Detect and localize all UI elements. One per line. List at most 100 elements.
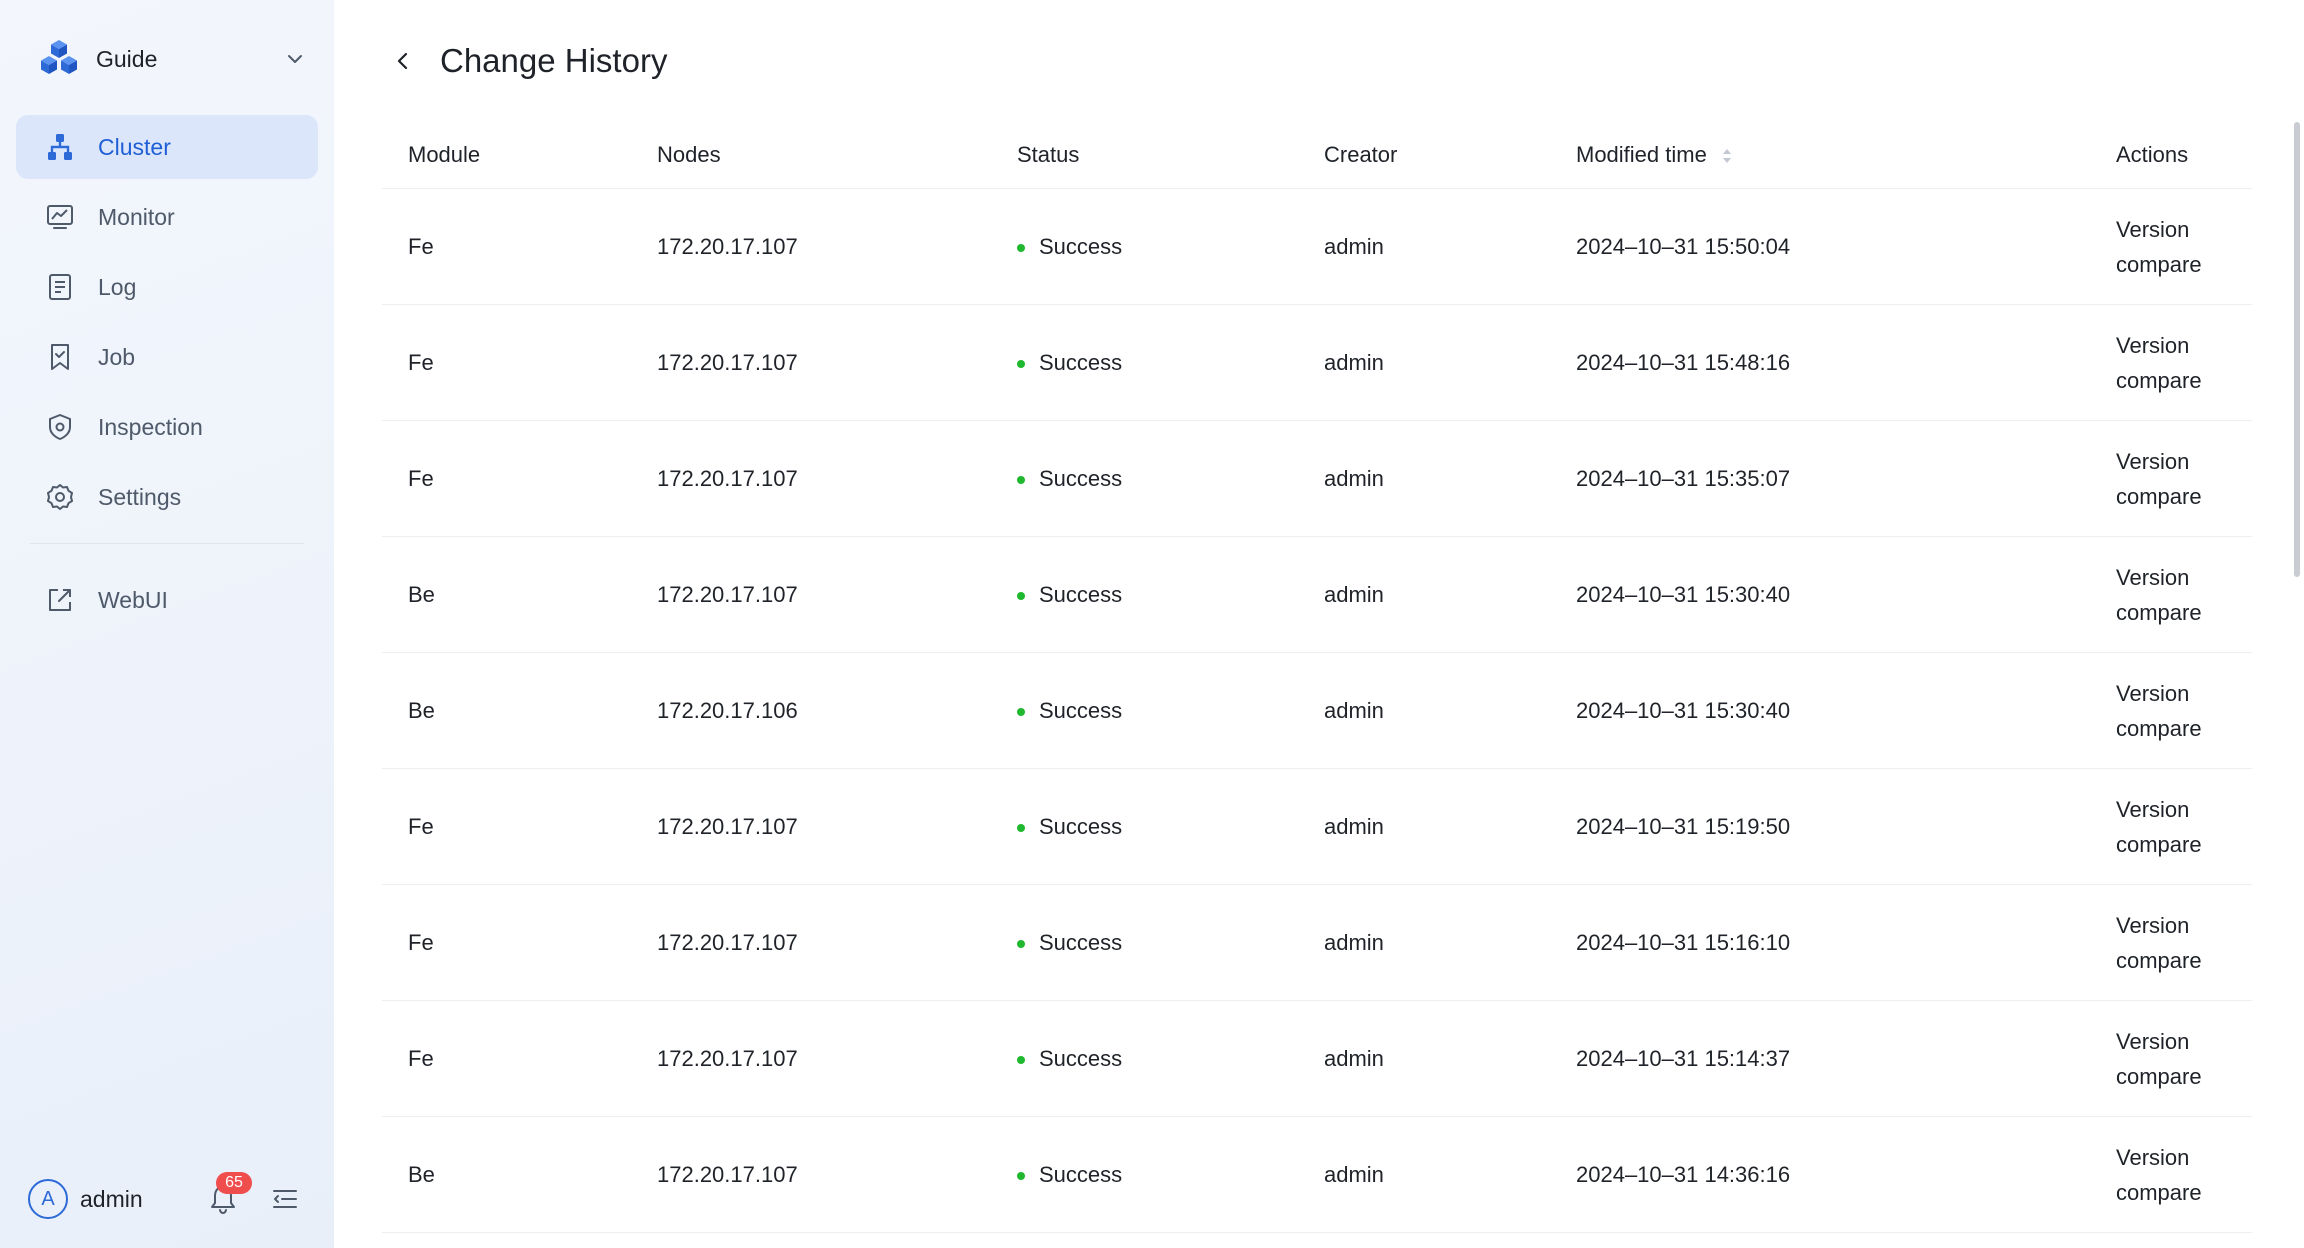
status-text: Success [1039,1045,1123,1071]
column-header-label: Modified time [1576,141,1707,167]
log-icon [44,271,76,303]
page-title: Change History [440,42,668,79]
cell-nodes: 172.20.17.107 [657,813,798,839]
version-compare-link[interactable]: Version compare [2116,676,2226,746]
sidebar-item-inspection[interactable]: Inspection [16,395,318,459]
sidebar-item-webui[interactable]: WebUI [16,568,318,632]
page-header: Change History [386,36,667,86]
sidebar-nav: Cluster Monitor Log Job Inspection Setti… [16,115,318,638]
shield-icon [44,411,76,443]
cell-actions: Version compare [2090,1140,2252,1210]
status-text: Success [1039,465,1123,491]
sidebar-item-settings[interactable]: Settings [16,465,318,529]
cell-creator: admin [1324,1161,1384,1187]
cell-actions: Version compare [2090,676,2252,746]
workspace-switcher[interactable]: Guide [36,34,306,84]
cluster-icon [44,131,76,163]
cell-actions: Version compare [2090,444,2252,514]
status-text: Success [1039,1161,1123,1187]
cell-actions: Version compare [2090,1024,2252,1094]
sidebar-item-cluster[interactable]: Cluster [16,115,318,179]
cell-creator: admin [1324,465,1384,491]
cell-modified-time: 2024–10–31 15:35:07 [1576,465,1791,491]
cell-status: Success [991,814,1298,840]
column-header-status: Status [1017,141,1080,167]
sidebar-footer: A admin 65 [28,1172,308,1222]
success-status-dot [1017,359,1025,368]
cell-modified-time: 2024–10–31 14:36:16 [1576,1161,1791,1187]
cell-actions: Version compare [2090,908,2252,978]
collapse-sidebar-icon[interactable] [270,1184,300,1214]
logo-icon [41,40,77,74]
cell-creator: admin [1324,813,1384,839]
table-row: Be 172.20.17.107 Success admin 2024–10–3… [382,1117,2252,1233]
column-header-nodes: Nodes [657,141,721,167]
status-text: Success [1039,233,1123,259]
sidebar-item-label: Settings [98,483,182,510]
change-history-table: Module Nodes Status Creator Modified tim… [382,121,2252,1233]
cell-modified-time: 2024–10–31 15:48:16 [1576,349,1791,375]
sidebar-item-label: WebUI [98,586,168,613]
table-header: Module Nodes Status Creator Modified tim… [382,121,2252,189]
cell-actions: Version compare [2090,328,2252,398]
cell-nodes: 172.20.17.107 [657,581,798,607]
chevron-down-icon [288,55,302,63]
back-button[interactable] [386,44,420,78]
version-compare-link[interactable]: Version compare [2116,1024,2226,1094]
cell-module: Fe [408,929,434,955]
column-header-modified-time[interactable]: Modified time [1550,142,2090,168]
sidebar-item-log[interactable]: Log [16,255,318,319]
success-status-dot [1017,591,1025,600]
version-compare-link[interactable]: Version compare [2116,908,2226,978]
cell-module: Fe [408,1045,434,1071]
cell-nodes: 172.20.17.107 [657,1161,798,1187]
sidebar-item-label: Log [98,273,137,300]
success-status-dot [1017,1171,1025,1180]
cell-modified-time: 2024–10–31 15:14:37 [1576,1045,1791,1071]
table-row: Fe 172.20.17.107 Success admin 2024–10–3… [382,885,2252,1001]
cell-actions: Version compare [2090,560,2252,630]
avatar[interactable]: A [28,1179,68,1219]
gear-icon [44,481,76,513]
version-compare-link[interactable]: Version compare [2116,212,2226,282]
table-row: Be 172.20.17.106 Success admin 2024–10–3… [382,653,2252,769]
cell-modified-time: 2024–10–31 15:50:04 [1576,233,1791,259]
sidebar-item-job[interactable]: Job [16,325,318,389]
notification-badge: 65 [216,1172,252,1194]
version-compare-link[interactable]: Version compare [2116,444,2226,514]
cell-status: Success [991,234,1298,260]
cell-module: Be [408,697,435,723]
cell-module: Fe [408,233,434,259]
cell-module: Fe [408,465,434,491]
success-status-dot [1017,707,1025,716]
workspace-name: Guide [96,45,158,72]
status-text: Success [1039,813,1123,839]
version-compare-link[interactable]: Version compare [2116,560,2226,630]
cell-creator: admin [1324,233,1384,259]
version-compare-link[interactable]: Version compare [2116,328,2226,398]
version-compare-link[interactable]: Version compare [2116,1140,2226,1210]
table-row: Fe 172.20.17.107 Success admin 2024–10–3… [382,1001,2252,1117]
column-header-creator: Creator [1324,141,1398,167]
status-text: Success [1039,581,1123,607]
cell-modified-time: 2024–10–31 15:16:10 [1576,929,1791,955]
status-text: Success [1039,697,1123,723]
column-header-module: Module [408,141,481,167]
sidebar-item-monitor[interactable]: Monitor [16,185,318,249]
cell-creator: admin [1324,349,1384,375]
sidebar-item-label: Inspection [98,413,203,440]
cell-modified-time: 2024–10–31 15:19:50 [1576,813,1791,839]
scrollbar[interactable] [2294,122,2300,577]
cell-module: Be [408,581,435,607]
sort-icon[interactable] [1721,146,1733,166]
success-status-dot [1017,939,1025,948]
sidebar: Guide Cluster Monitor Log Job Inspection… [0,0,334,1248]
table-row: Be 172.20.17.107 Success admin 2024–10–3… [382,537,2252,653]
cell-module: Be [408,1161,435,1187]
cell-nodes: 172.20.17.107 [657,349,798,375]
table-row: Fe 172.20.17.107 Success admin 2024–10–3… [382,305,2252,421]
cell-nodes: 172.20.17.107 [657,929,798,955]
cell-status: Success [991,1162,1298,1188]
cell-creator: admin [1324,929,1384,955]
version-compare-link[interactable]: Version compare [2116,792,2226,862]
